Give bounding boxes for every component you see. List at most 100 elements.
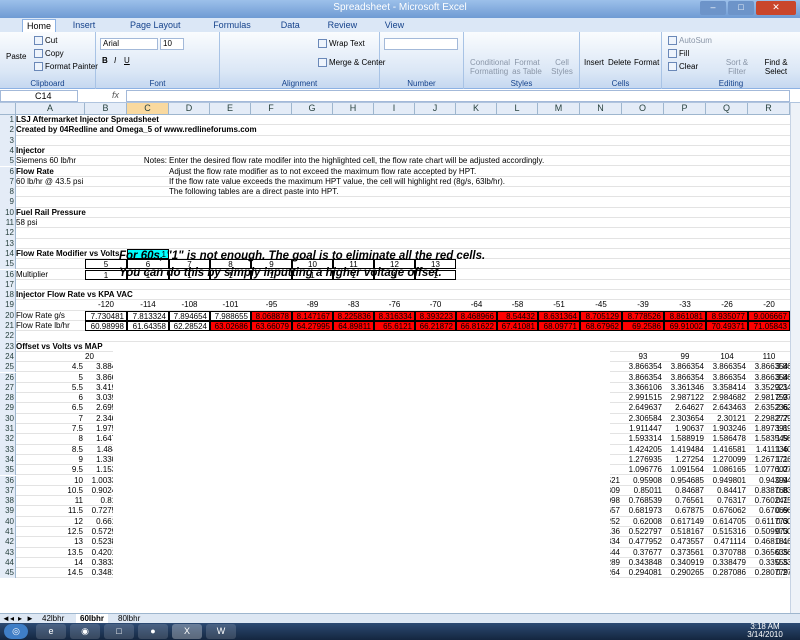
column-header-m[interactable]: M (538, 103, 580, 115)
cell[interactable]: 8.147167 (292, 310, 333, 321)
row-header[interactable]: 39 (0, 506, 16, 517)
row-header[interactable]: 27 (0, 382, 16, 394)
taskbar-chrome-icon[interactable]: ◉ (70, 624, 100, 639)
row-header[interactable]: 22 (0, 331, 16, 342)
row-header[interactable]: 3 (0, 135, 16, 146)
cell[interactable]: 66.81622 (456, 321, 497, 332)
cell[interactable]: 60 lb/hr @ 43.5 psi (16, 177, 127, 187)
cell[interactable]: 9 (16, 455, 85, 465)
cell[interactable]: Adjust the flow rate modifier as to not … (169, 167, 664, 177)
cell[interactable]: Multiplier (16, 270, 85, 280)
cell[interactable]: 8.225836 (333, 310, 374, 321)
cell[interactable]: 8.393223 (415, 310, 456, 321)
cell[interactable]: 12.5 (16, 527, 85, 537)
cell[interactable]: 8.468966 (456, 310, 497, 321)
cell[interactable]: -64 (456, 300, 497, 310)
cell[interactable]: 9.006667 (748, 310, 790, 321)
column-header-r[interactable]: R (748, 103, 790, 115)
tab-home[interactable]: Home (22, 19, 57, 32)
cell[interactable]: 1.27254 (664, 455, 706, 465)
row-header[interactable]: 30 (0, 413, 16, 424)
cell[interactable]: 1.586478 (706, 434, 748, 444)
cell[interactable]: 0.954685 (664, 476, 706, 486)
column-header-o[interactable]: O (622, 103, 664, 115)
cell[interactable]: 1.419484 (664, 445, 706, 455)
cell[interactable]: 1.58 (776, 434, 790, 444)
cell[interactable]: 1.086165 (706, 465, 748, 475)
cut-button[interactable]: Cut (34, 36, 57, 46)
insert-cells-button[interactable]: Insert (584, 58, 604, 67)
cell[interactable]: -33 (664, 300, 706, 310)
cell[interactable]: 0.95908 (622, 476, 664, 486)
cell[interactable]: 3.866354 (622, 373, 664, 383)
cell[interactable]: 0.338479 (706, 558, 748, 568)
cell[interactable]: 71.05843 (748, 321, 790, 332)
cell[interactable]: 0.515316 (706, 527, 748, 537)
row-header[interactable]: 6 (0, 166, 16, 177)
row-header[interactable]: 35 (0, 465, 16, 476)
row-header[interactable]: 11 (0, 218, 16, 229)
cell[interactable]: 3.866354 (706, 362, 748, 372)
cell[interactable]: Injector (16, 146, 127, 156)
row-header[interactable]: 16 (0, 269, 16, 280)
cell[interactable]: 3.866354 (622, 362, 664, 372)
number-format-select[interactable] (384, 38, 458, 50)
cell[interactable]: 12 (16, 517, 85, 527)
column-header-a[interactable]: A (16, 103, 85, 115)
cell[interactable]: 7.730481 (85, 310, 127, 321)
column-header-g[interactable]: G (292, 103, 333, 115)
wrap-text-button[interactable]: Wrap Text (318, 39, 365, 49)
column-header-p[interactable]: P (664, 103, 706, 115)
row-header[interactable]: 19 (0, 300, 16, 311)
cell[interactable]: -45 (580, 300, 622, 310)
cell[interactable]: 2.29 (776, 414, 790, 424)
row-header[interactable]: 10 (0, 207, 16, 218)
cell[interactable]: 0.84687 (664, 486, 706, 496)
cell[interactable]: 13 (16, 537, 85, 547)
underline-button[interactable]: U (124, 56, 130, 65)
cell[interactable]: Flow Rate g/s (16, 311, 85, 321)
cell[interactable]: 67.41081 (497, 321, 538, 332)
cell[interactable]: 99 (664, 352, 706, 362)
taskbar-app-icon[interactable]: ● (138, 624, 168, 639)
row-header[interactable]: 37 (0, 485, 16, 497)
cell[interactable]: 0.60 (776, 517, 790, 527)
cell[interactable]: 0.76317 (706, 496, 748, 506)
row-header[interactable]: 23 (0, 341, 16, 352)
row-header[interactable]: 42 (0, 537, 16, 548)
cell[interactable]: 1.091564 (664, 465, 706, 475)
cell[interactable]: 93 (622, 352, 664, 362)
cell[interactable]: 2.97 (776, 393, 790, 403)
cell[interactable]: 8.316334 (374, 310, 415, 321)
cell[interactable]: 1.424205 (622, 445, 664, 455)
cell[interactable]: 3.866354 (706, 373, 748, 383)
row-header[interactable]: 28 (0, 393, 16, 404)
conditional-formatting-button[interactable]: Conditional Formatting (470, 58, 510, 76)
cell[interactable]: 7.5 (16, 424, 85, 434)
cell[interactable]: -120 (85, 300, 127, 310)
cell[interactable]: 104 (706, 352, 748, 362)
cell[interactable]: -108 (169, 300, 210, 310)
cell[interactable]: 2.64627 (664, 403, 706, 413)
cell[interactable]: 3.866354 (664, 362, 706, 372)
cell[interactable]: 2.991515 (622, 393, 664, 403)
cell[interactable]: 0.33 (776, 558, 790, 568)
cell[interactable]: 61.64358 (127, 321, 169, 332)
row-header[interactable]: 40 (0, 516, 16, 527)
cell[interactable]: 1.911447 (622, 424, 664, 434)
cell[interactable]: 8.935077 (706, 310, 748, 321)
cell[interactable]: 63.02686 (210, 321, 251, 332)
cell[interactable]: 4.5 (16, 362, 85, 372)
cell[interactable]: 0.27 (776, 568, 790, 578)
row-header[interactable]: 15 (0, 259, 16, 270)
cell[interactable]: 7.813324 (127, 310, 169, 321)
row-header[interactable]: 12 (0, 228, 16, 239)
cell[interactable]: Injector Flow Rate vs KPA VAC (16, 290, 169, 300)
row-header[interactable]: 41 (0, 527, 16, 538)
format-as-table-button[interactable]: Format as Table (510, 58, 544, 76)
cell[interactable]: 2.987122 (664, 393, 706, 403)
row-header[interactable]: 31 (0, 424, 16, 435)
cell[interactable]: 0.84417 (706, 486, 748, 496)
cell[interactable]: Fuel Rail Pressure (16, 208, 127, 218)
row-header[interactable]: 25 (0, 362, 16, 373)
